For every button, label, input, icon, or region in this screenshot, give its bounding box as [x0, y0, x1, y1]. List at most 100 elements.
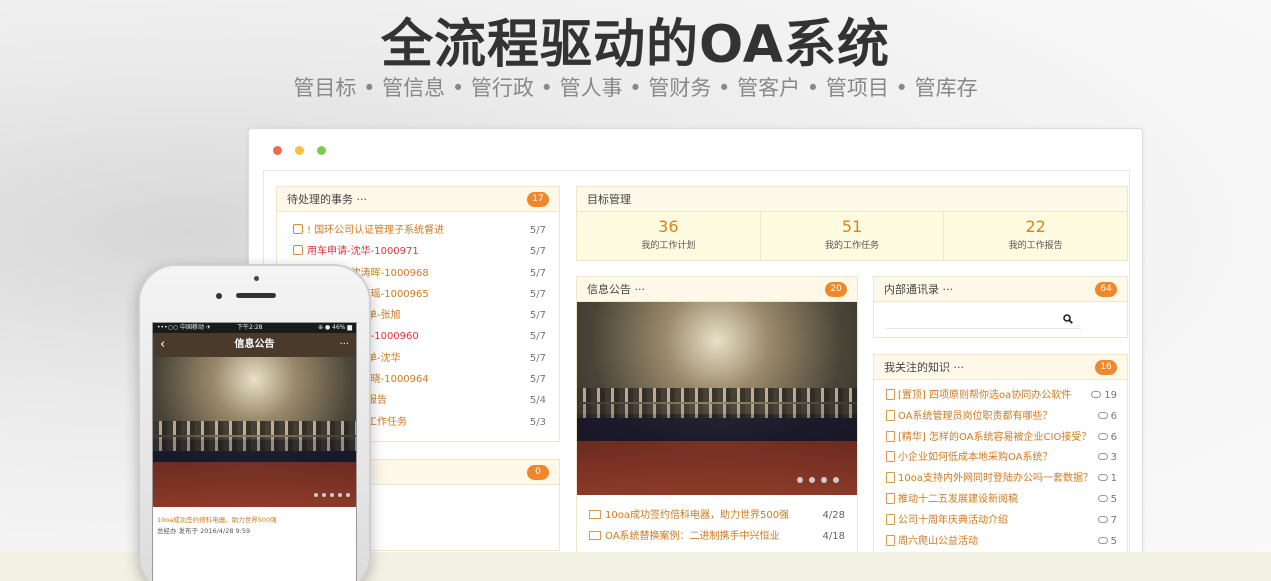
knowledge-item[interactable]: 小企业如何低成本地采购OA系统？ 3	[874, 448, 1127, 469]
phone-notice-photo[interactable]	[153, 357, 356, 507]
browser-window: 待处理的事务 ··· 17 ! 国环公司认证管理子系统督进 5/7 用车申请-沈华…	[248, 128, 1143, 558]
knowledge-item-count: 6	[1110, 410, 1117, 422]
todo-item-date: 5/7	[529, 288, 546, 300]
todo-header[interactable]: 待处理的事务 ··· 17	[277, 187, 559, 212]
document-icon	[886, 430, 895, 442]
todo-item-date: 5/7	[529, 225, 546, 236]
knowledge-item-text: OA系统管理员岗位职责都有哪些？	[898, 410, 1053, 422]
knowledge-item[interactable]: 推动十二五发展建设新阅稿 5	[874, 490, 1127, 511]
knowledge-item-text: 公司十周年庆典活动介绍	[898, 514, 1008, 526]
comment-icon	[1091, 391, 1102, 398]
goal-work-report[interactable]: 22 我的工作报告	[944, 212, 1127, 260]
window-minimize-dot[interactable]	[295, 146, 304, 155]
contacts-title: 内部通讯录 ···	[884, 283, 953, 296]
window-maximize-dot[interactable]	[317, 146, 326, 155]
document-icon	[886, 513, 895, 525]
comment-icon	[1097, 453, 1108, 461]
phone-sensor	[254, 276, 259, 281]
goal-label: 我的工作计划	[641, 241, 696, 251]
knowledge-title: 我关注的知识 ···	[884, 361, 964, 374]
notices-panel: 信息公告 ··· 20 10oa成功签约倍科电器，助力世界500强 4/28 OA…	[576, 276, 858, 557]
phone-news-item[interactable]: 10oa成功签约倍科电器，助力世界500强 总经办 发布于 2016/4/28 …	[153, 507, 356, 545]
knowledge-item[interactable]: 周六爬山公益活动 5	[874, 532, 1127, 553]
todo-item-text: ! 国环公司认证管理子系统督进	[307, 225, 445, 236]
comment-icon	[1097, 536, 1108, 544]
knowledge-list: [置顶] 四项原则帮你选oa协同办公软件 19 OA系统管理员岗位职责都有哪些？ 6…	[874, 380, 1127, 552]
knowledge-item-count: 5	[1110, 535, 1117, 547]
goals-title: 目标管理	[577, 187, 1127, 212]
phone-carousel-dots[interactable]	[310, 482, 350, 501]
comment-icon	[1097, 474, 1108, 482]
knowledge-item-text: 小企业如何低成本地采购OA系统？	[898, 452, 1053, 464]
notice-item-date: 4/18	[822, 531, 845, 542]
search-icon[interactable]	[1063, 314, 1073, 324]
phone-nav-bar: ‹ 信息公告 ···	[153, 333, 356, 357]
notices-count-badge: 20	[825, 282, 847, 297]
goal-count: 51	[841, 217, 863, 236]
notice-item[interactable]: 10oa成功签约倍科电器，助力世界500强 4/28	[577, 505, 857, 526]
goal-work-plan[interactable]: 36 我的工作计划	[577, 212, 761, 260]
comment-icon	[1097, 515, 1108, 523]
phone-time: 下午2:28	[237, 324, 263, 331]
document-icon	[886, 492, 895, 504]
notices-header[interactable]: 信息公告 ··· 20	[577, 277, 857, 302]
todo-item-date: 5/7	[529, 352, 546, 364]
todo-item[interactable]: 用车申请-沈华-1000971 5/7	[277, 241, 559, 262]
comment-icon	[1097, 494, 1108, 502]
goal-work-task[interactable]: 51 我的工作任务	[761, 212, 945, 260]
news-icon	[589, 510, 601, 519]
todo-item-date: 5/7	[529, 310, 546, 322]
carousel-dots[interactable]	[791, 468, 839, 487]
document-icon	[886, 534, 895, 546]
knowledge-item[interactable]: 公司十周年庆典活动介绍 7	[874, 511, 1127, 532]
knowledge-item-text: [精华] 怎样的OA系统容易被企业CIO接受？	[898, 431, 1092, 443]
phone-mockup: •••○○ 中国移动 ✈ 下午2:28 ⊕ ● 46% ▆ ‹ 信息公告 ···…	[138, 264, 371, 581]
knowledge-item-text: [置顶] 四项原则帮你选oa协同办公软件	[898, 390, 1072, 401]
todo-item-text: 用车申请-沈华-1000971	[307, 246, 419, 258]
goal-count: 22	[1025, 217, 1046, 236]
notices-title: 信息公告 ···	[587, 283, 645, 296]
carrier-label: •••○○ 中国移动 ✈	[157, 324, 211, 331]
knowledge-panel: 我关注的知识 ··· 16 [置顶] 四项原则帮你选oa协同办公软件 19 OA系…	[873, 354, 1128, 557]
battery-status: ⊕ ● 46% ▆	[318, 324, 352, 331]
more-icon[interactable]: ···	[339, 333, 349, 357]
notice-item[interactable]: OA系统替换案例：二进制携手中兴恒业 4/18	[577, 526, 857, 547]
notice-item-date: 4/28	[822, 510, 845, 521]
notice-list: 10oa成功签约倍科电器，助力世界500强 4/28 OA系统替换案例：二进制携手…	[577, 505, 857, 547]
knowledge-item[interactable]: 10oa支持内外网同时登陆办公吗一套数据？ 1	[874, 469, 1127, 490]
hero-subtitle: 管目标 • 管信息 • 管行政 • 管人事 • 管财务 • 管客户 • 管项目 …	[293, 76, 978, 100]
knowledge-item[interactable]: OA系统管理员岗位职责都有哪些？ 6	[874, 407, 1127, 428]
phone-screen: •••○○ 中国移动 ✈ 下午2:28 ⊕ ● 46% ▆ ‹ 信息公告 ···…	[152, 322, 357, 581]
goals-panel: 目标管理 36 我的工作计划 51 我的工作任务 22 我的工作报告	[576, 186, 1128, 261]
phone-news-title: 10oa成功签约倍科电器，助力世界500强	[157, 516, 277, 524]
window-close-dot[interactable]	[273, 146, 282, 155]
goal-label: 我的工作报告	[1008, 241, 1063, 251]
document-icon	[886, 451, 895, 463]
knowledge-item-count: 6	[1110, 431, 1117, 443]
document-icon	[886, 409, 895, 421]
notice-photo[interactable]	[577, 302, 857, 495]
hero-title: 全流程驱动的OA系统	[380, 15, 891, 75]
contacts-search-input[interactable]	[886, 313, 1081, 329]
document-icon	[886, 389, 895, 400]
knowledge-item[interactable]: [精华] 怎样的OA系统容易被企业CIO接受？ 6	[874, 428, 1127, 449]
knowledge-item-count: 5	[1110, 493, 1117, 505]
knowledge-count-badge: 16	[1095, 360, 1117, 375]
todo-title: 待处理的事务 ···	[287, 193, 367, 206]
contacts-header[interactable]: 内部通讯录 ··· 64	[874, 277, 1127, 302]
calendar-icon	[293, 245, 303, 256]
comment-icon	[1097, 411, 1108, 419]
knowledge-header[interactable]: 我关注的知识 ··· 16	[874, 355, 1127, 380]
back-icon[interactable]: ‹	[160, 333, 165, 357]
knowledge-item-text: 周六爬山公益活动	[898, 535, 978, 547]
phone-news-meta: 总经办 发布于 2016/4/28 9:59	[157, 527, 251, 535]
todo-count-badge: 17	[527, 192, 549, 207]
todo-item-date: 5/4	[529, 395, 546, 407]
knowledge-item-count: 7	[1110, 514, 1117, 526]
phone-status-bar: •••○○ 中国移动 ✈ 下午2:28 ⊕ ● 46% ▆	[153, 323, 356, 333]
knowledge-item-text: 10oa支持内外网同时登陆办公吗一套数据？	[898, 473, 1093, 485]
notice-item-text: 10oa成功签约倍科电器，助力世界500强	[605, 510, 790, 521]
knowledge-item[interactable]: [置顶] 四项原则帮你选oa协同办公软件 19	[874, 386, 1127, 407]
todo-item[interactable]: ! 国环公司认证管理子系统督进 5/7	[277, 220, 559, 241]
goal-label: 我的工作任务	[825, 241, 880, 251]
